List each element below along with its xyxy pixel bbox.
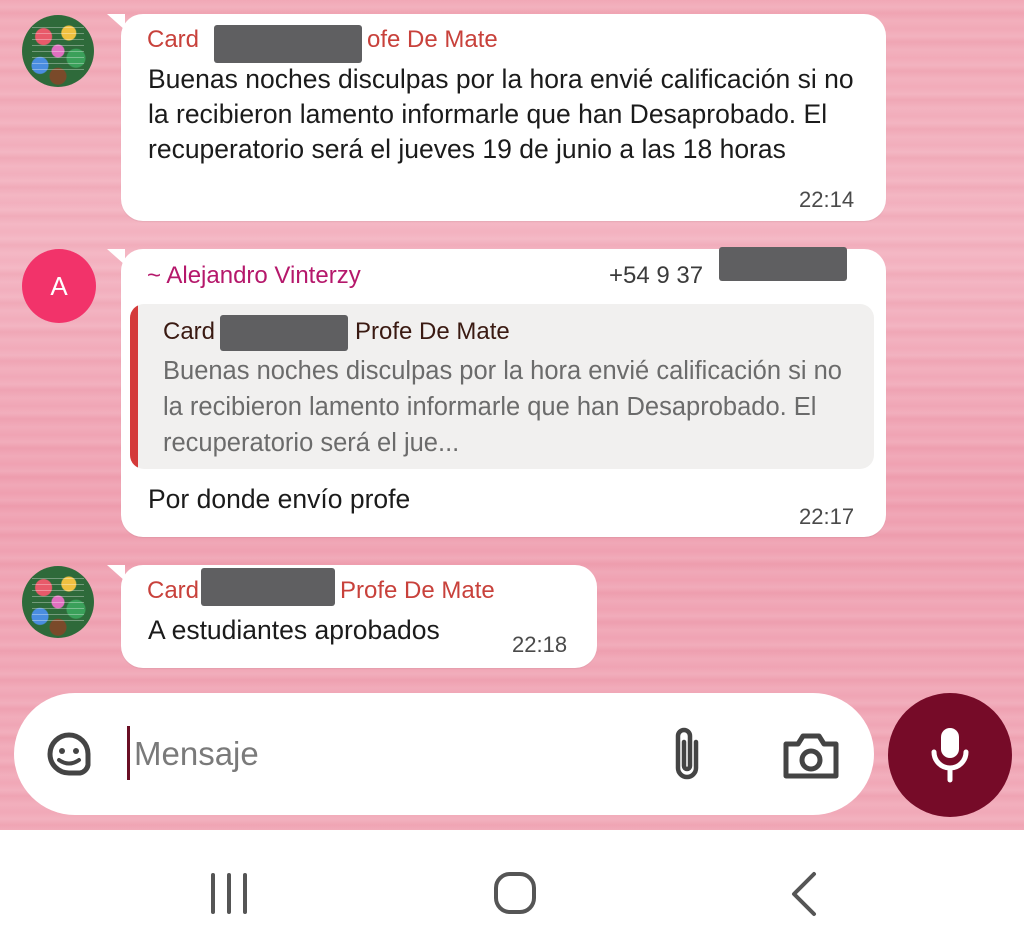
sender-avatar[interactable] [22,15,94,87]
message-sender[interactable]: ~ Alejandro Vinterzy [147,262,361,290]
redaction-box [719,247,847,281]
system-navigation-bar [0,830,1024,950]
quoted-message[interactable]: Card Profe De Mate Buenas noches disculp… [130,304,874,469]
message-text: A estudiantes aprobados [148,615,440,645]
text-cursor [127,726,130,780]
message-bubble-2[interactable]: ~ Alejandro Vinterzy +54 9 37 Card Profe… [107,247,886,537]
message-sender-prefix[interactable]: Card [147,577,199,605]
quote-text: Buenas noches disculpas por la hora envi… [163,357,842,457]
redaction-box [214,25,362,63]
quote-sender-prefix: Card [163,318,216,345]
sender-avatar-letter[interactable]: A [22,249,96,323]
message-sender-suffix[interactable]: ofe De Mate [367,26,498,54]
camera-icon[interactable] [780,728,842,782]
home-icon[interactable] [492,870,538,916]
message-text: Buenas noches disculpas por la hora envi… [148,64,854,164]
sticker-icon[interactable] [40,725,98,783]
quote-accent-bar [130,304,138,469]
sender-avatar[interactable] [22,566,94,638]
message-text: Por donde envío profe [148,484,411,514]
avatar-image-detail [32,27,84,75]
sender-phone: +54 9 37 [609,262,704,289]
message-bubble-3[interactable]: Card Profe De Mate A estudiantes aprobad… [107,565,597,668]
message-time: 22:14 [799,187,855,212]
message-time: 22:17 [799,504,855,529]
message-sender-suffix[interactable]: Profe De Mate [340,577,495,605]
avatar-image-detail [32,578,84,626]
message-bubble-1[interactable]: Card ofe De Mate Buenas noches disculpas… [107,14,886,221]
message-sender-prefix[interactable]: Card [147,26,199,54]
message-input[interactable]: Mensaje [134,735,259,773]
attach-icon[interactable] [666,724,708,784]
mic-icon [931,728,969,783]
quote-sender-suffix: Profe De Mate [355,318,510,345]
message-time: 22:18 [512,632,568,657]
recents-icon[interactable] [206,872,252,914]
mic-button[interactable] [888,693,1012,817]
redaction-box [201,568,335,606]
redaction-box [220,315,348,351]
back-icon[interactable] [788,870,820,918]
